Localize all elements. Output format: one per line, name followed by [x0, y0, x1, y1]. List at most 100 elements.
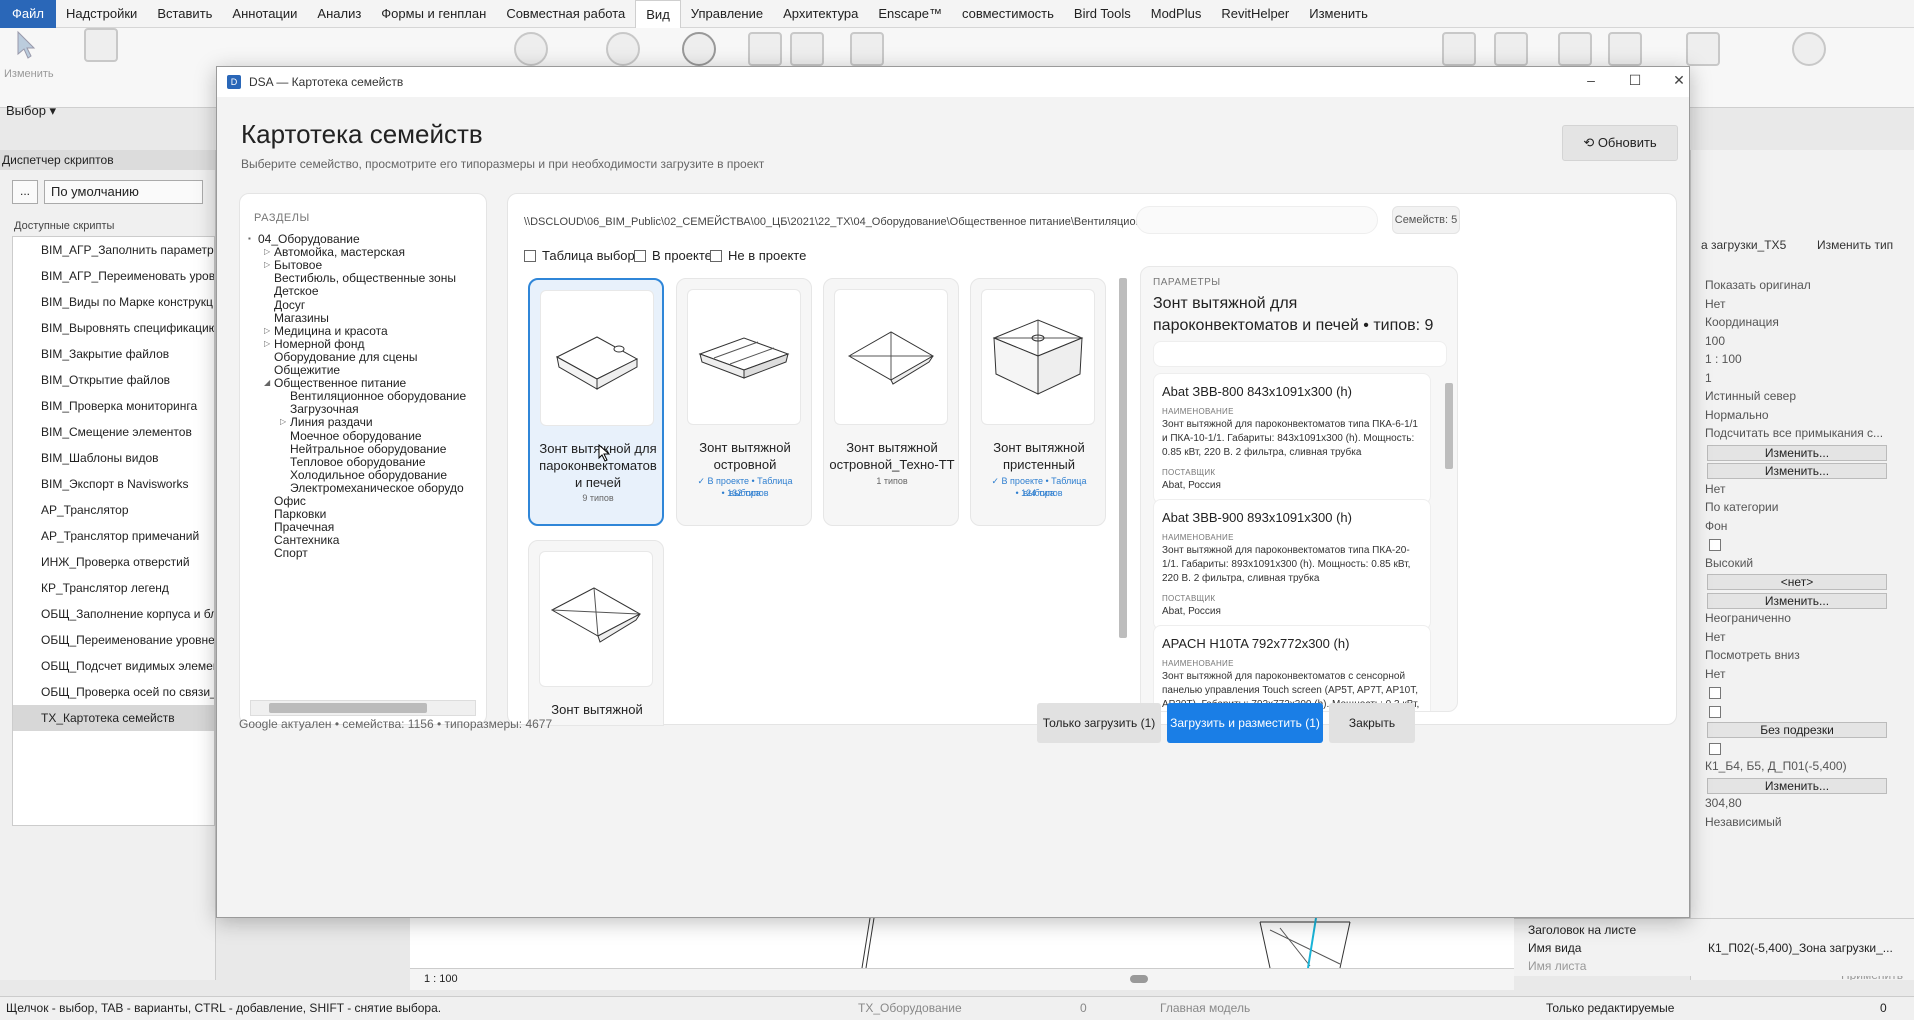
tree-item[interactable]: Бытовое [274, 258, 322, 272]
tree-item[interactable]: Детское [274, 284, 319, 298]
checkbox[interactable] [524, 249, 536, 262]
filter-not-in-project[interactable]: Не в проекте [710, 248, 806, 263]
drawing-area[interactable] [410, 917, 1514, 969]
tree-item[interactable]: Досуг [274, 298, 305, 312]
modify-tool-icon[interactable] [8, 28, 42, 62]
schedule-icon[interactable] [1558, 32, 1592, 66]
tree-item[interactable]: Общежитие [274, 363, 340, 377]
script-item[interactable]: ОБЩ_Переименование уровне [13, 627, 214, 653]
tree-item[interactable]: Магазины [274, 311, 329, 325]
script-item[interactable]: BIM_Проверка мониторинга [13, 393, 214, 419]
type-card[interactable]: APACH H10TA 792x772x300 (h) НАИМЕНОВАНИЕ… [1153, 625, 1431, 711]
property-button[interactable]: Изменить... [1707, 777, 1887, 794]
families-scrollbar[interactable] [1116, 262, 1130, 712]
tree-collapsed-icon[interactable]: ▪ [248, 234, 251, 243]
type-card[interactable]: Abat ЗВВ-900 893x1091x300 (h) НАИМЕНОВАН… [1153, 499, 1431, 630]
ribbon-tab[interactable]: Управление [681, 0, 773, 28]
delete-sheet-icon[interactable] [1494, 32, 1528, 66]
filter-in-project[interactable]: В проекте [634, 248, 712, 263]
ribbon-tab[interactable]: Enscape™ [868, 0, 952, 28]
script-item[interactable]: BIM_Виды по Марке конструкц [13, 289, 214, 315]
tree-scroll-thumb[interactable] [269, 703, 427, 713]
tree-expanded-icon[interactable]: ◢ [264, 378, 270, 387]
family-card[interactable]: Зонт вытяжной [528, 540, 664, 726]
ribbon-tab[interactable]: Аннотации [222, 0, 307, 28]
split-view-icon[interactable] [1608, 32, 1642, 66]
property-button[interactable]: Изменить... [1707, 463, 1887, 479]
script-item[interactable]: BIM_Смещение элементов [13, 419, 214, 445]
maximize-icon[interactable]: ☐ [1625, 72, 1645, 92]
close-button[interactable]: Закрыть [1329, 703, 1415, 743]
tree-item[interactable]: Автомойка, мастерская [274, 245, 405, 259]
script-item[interactable]: BIM_Шаблоны видов [13, 445, 214, 471]
property-button[interactable]: Без подрезки [1707, 722, 1887, 738]
ribbon-tab[interactable]: Анализ [307, 0, 371, 28]
families-scroll-thumb[interactable] [1119, 278, 1127, 638]
tree-item[interactable]: Холодильное оборудование [290, 468, 447, 482]
family-card[interactable]: Зонт вытяжной островной_Техно-ТТ 1 типов [823, 278, 959, 526]
ribbon-tab[interactable]: Вставить [147, 0, 222, 28]
ribbon-tab[interactable]: Вид [635, 0, 681, 28]
edit-type-button[interactable]: Изменить тип [1817, 238, 1893, 252]
tree-collapsed-icon[interactable]: ▷ [264, 260, 270, 269]
script-item[interactable]: BIM_Закрытие файлов [13, 341, 214, 367]
teapot-icon[interactable] [606, 32, 640, 66]
tree-item[interactable]: 04_Оборудование [258, 232, 360, 246]
ribbon-tab[interactable]: Bird Tools [1064, 0, 1141, 28]
script-item[interactable]: BIM_Выровнять спецификацию [13, 315, 214, 341]
close-icon[interactable]: ✕ [1669, 72, 1689, 92]
checkbox[interactable] [634, 249, 646, 262]
property-checkbox[interactable] [1709, 742, 1721, 755]
script-item[interactable]: АР_Транслятор [13, 497, 214, 523]
tree-item[interactable]: Нейтральное оборудование [290, 442, 446, 456]
script-item[interactable]: АР_Транслятор примечаний [13, 523, 214, 549]
walkthrough-icon[interactable] [850, 32, 884, 66]
filter-choice-table[interactable]: Таблица выбора [524, 248, 642, 263]
teapot-icon[interactable] [514, 32, 548, 66]
tree-collapsed-icon[interactable]: ▷ [264, 326, 270, 335]
browse-button[interactable]: ... [12, 180, 38, 204]
horizontal-scroll-thumb[interactable] [1130, 975, 1148, 983]
search-input[interactable] [1136, 206, 1378, 234]
ribbon-tab[interactable]: Изменить [1299, 0, 1378, 28]
family-card[interactable]: Зонт вытяжной островной ✓ В проекте • Та… [676, 278, 812, 526]
tree-item[interactable]: Сантехника [274, 533, 339, 547]
script-item[interactable]: TX_Картотека семейств [13, 705, 214, 731]
script-item[interactable]: BIM_АГР_Переименовать уровн [13, 263, 214, 289]
property-button[interactable]: Изменить... [1707, 592, 1887, 609]
tree-collapsed-icon[interactable]: ▷ [264, 247, 270, 256]
view-name-value[interactable]: К1_П02(-5,400)_Зона загрузки_... [1708, 941, 1893, 955]
tree-item[interactable]: Электромеханическое оборудо [290, 481, 464, 495]
render-icon[interactable] [682, 32, 716, 66]
ribbon-tab[interactable]: Архитектура [773, 0, 868, 28]
camera-icon[interactable] [790, 32, 824, 66]
tree-item[interactable]: Спорт [274, 546, 308, 560]
type-search-input[interactable] [1153, 341, 1447, 367]
property-button[interactable]: <нет> [1707, 574, 1887, 590]
design-option[interactable]: Главная модель [1160, 1001, 1250, 1015]
template-icon[interactable] [84, 28, 118, 62]
ribbon-tab[interactable]: Надстройки [56, 0, 147, 28]
script-item[interactable]: КР_Транслятор легенд [13, 575, 214, 601]
ribbon-tab[interactable]: совместимость [952, 0, 1064, 28]
select-dropdown[interactable]: Выбор ▾ [0, 100, 216, 122]
property-checkbox[interactable] [1709, 539, 1721, 551]
workset-icon[interactable] [1792, 32, 1826, 66]
tree-item[interactable]: Прачечная [274, 520, 334, 534]
ribbon-tab[interactable]: Совместная работа [496, 0, 635, 28]
editable-only-toggle[interactable]: Только редактируемые [1546, 1001, 1674, 1015]
tree-item[interactable]: Вестибюль, общественные зоны [274, 271, 456, 285]
type-selector[interactable]: а загрузки_TX5 [1701, 238, 1786, 252]
sheet-icon[interactable] [1442, 32, 1476, 66]
types-scroll-thumb[interactable] [1445, 383, 1453, 469]
minimize-icon[interactable]: – [1581, 72, 1601, 92]
ribbon-tab[interactable]: Формы и генплан [371, 0, 496, 28]
tree-collapsed-icon[interactable]: ▷ [264, 339, 270, 348]
load-only-button[interactable]: Только загрузить (1) [1037, 703, 1161, 743]
property-checkbox[interactable] [1709, 705, 1721, 718]
family-card[interactable]: Зонт вытяжной для пароконвектоматов и пе… [528, 278, 664, 526]
property-checkbox[interactable] [1709, 687, 1721, 699]
script-item[interactable]: BIM_АГР_Заполнить параметры [13, 237, 214, 263]
script-item[interactable]: BIM_Экспорт в Navisworks [13, 471, 214, 497]
refresh-button[interactable]: ⟲ Обновить [1562, 125, 1678, 161]
